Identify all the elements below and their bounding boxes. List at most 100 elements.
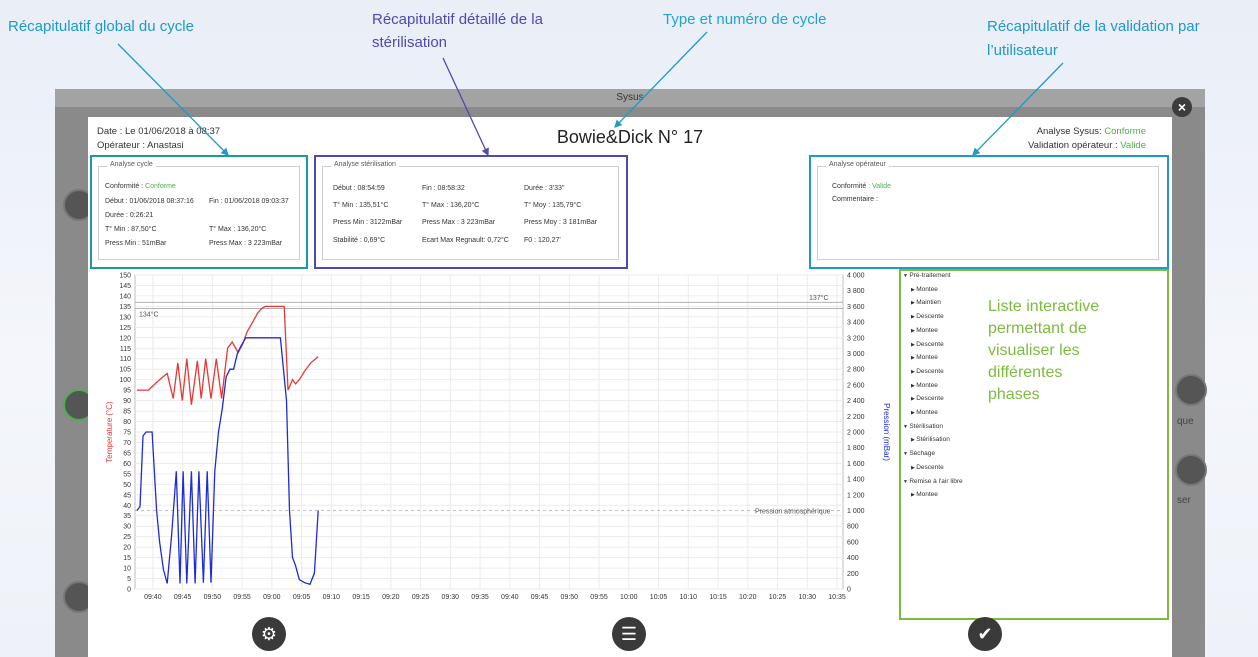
tree-leaf[interactable]: ▶ Montee bbox=[911, 382, 938, 389]
y-tick-left: 90 bbox=[123, 398, 131, 405]
y-tick-right: 3 000 bbox=[847, 351, 865, 358]
x-tick: 09:50 bbox=[204, 594, 222, 601]
y-tick-right: 3 600 bbox=[847, 304, 865, 311]
x-tick: 09:40 bbox=[501, 594, 519, 601]
x-tick: 09:10 bbox=[323, 594, 341, 601]
annotation-phase-list-line: visualiser les bbox=[988, 342, 1080, 359]
y-tick-right: 0 bbox=[847, 587, 851, 594]
tree-group[interactable]: ▼ Remise à l'air libre bbox=[903, 478, 963, 485]
tree-leaf[interactable]: ▶ Montee bbox=[911, 286, 938, 293]
y-tick-right: 3 200 bbox=[847, 335, 865, 342]
tree-leaf[interactable]: ▶ Montee bbox=[911, 409, 938, 416]
tree-leaf[interactable]: ▶ Descente bbox=[911, 464, 944, 471]
x-tick: 09:40 bbox=[144, 594, 162, 601]
tree-label: Séchage bbox=[909, 450, 936, 458]
y-tick-right: 4 000 bbox=[847, 273, 865, 280]
cycle-tmax: T° Max : 136,20°C bbox=[209, 226, 267, 233]
cycle-debut: Début : 01/06/2018 08:37:16 bbox=[105, 198, 194, 205]
tree-leaf[interactable]: ▶ Montee bbox=[911, 491, 938, 498]
x-tick: 09:20 bbox=[382, 594, 400, 601]
x-tick: 10:30 bbox=[799, 594, 817, 601]
cycle-tmin: T° Min : 87,50°C bbox=[105, 226, 157, 233]
steril-pmax: Press Max : 3 223mBar bbox=[422, 219, 496, 226]
steril-pmoy: Press Moy : 3 181mBar bbox=[524, 219, 598, 226]
tree-group[interactable]: ▼ Stérilisation bbox=[903, 423, 943, 430]
tree-leaf[interactable]: ▶ Montee bbox=[911, 327, 938, 334]
annotation-phase-list-line: Liste interactive bbox=[988, 298, 1100, 315]
x-tick: 10:05 bbox=[650, 594, 668, 601]
tree-leaf[interactable]: ▶ Descente bbox=[911, 395, 944, 402]
y-tick-left: 85 bbox=[123, 409, 131, 416]
analyse-sterilisation-panel: Analyse stérilisation Début : 08:54:59 F… bbox=[322, 161, 619, 260]
annotation-detail-summary-line1: Récapitulatif détaillé de la bbox=[372, 11, 543, 28]
y-tick-left: 40 bbox=[123, 503, 131, 510]
cycle-pmin: Press Min : 51mBar bbox=[105, 240, 167, 247]
annotation-detail-summary-line2: stérilisation bbox=[372, 34, 448, 51]
reference-label-134: 134°C bbox=[139, 310, 159, 318]
panel-title: Analyse cycle bbox=[107, 161, 156, 168]
y-tick-left: 145 bbox=[119, 283, 131, 290]
annotation-global-summary: Récapitulatif global du cycle bbox=[8, 18, 194, 35]
tree-leaf[interactable]: ▶ Descente bbox=[911, 341, 944, 348]
y-tick-left: 130 bbox=[119, 314, 131, 321]
x-tick: 10:10 bbox=[680, 594, 698, 601]
tree-label: Stérilisation bbox=[916, 436, 950, 444]
steril-f0: F0 : 120,27' bbox=[524, 237, 561, 244]
tree-group[interactable]: ▼ Séchage bbox=[903, 450, 935, 457]
x-tick: 09:25 bbox=[412, 594, 430, 601]
tree-leaf[interactable]: ▶ Descente bbox=[911, 368, 944, 375]
x-tick: 09:55 bbox=[590, 594, 608, 601]
x-tick: 09:55 bbox=[233, 594, 251, 601]
y-tick-left: 60 bbox=[123, 461, 131, 468]
y-tick-right: 3 400 bbox=[847, 320, 865, 327]
y-tick-right: 400 bbox=[847, 555, 859, 562]
validation-label: Validation opérateur : bbox=[1028, 140, 1118, 151]
side-label: ser bbox=[1177, 495, 1191, 506]
tree-leaf[interactable]: ▶ Montee bbox=[911, 354, 938, 361]
tree-leaf[interactable]: ▶ Maintien bbox=[911, 299, 941, 306]
tree-label: Descente bbox=[916, 463, 944, 471]
cycle-title: Bowie&Dick N° 17 bbox=[556, 127, 704, 147]
operator-conformite-value: : Valide bbox=[868, 183, 892, 190]
side-label: que bbox=[1177, 416, 1194, 427]
y-tick-left: 35 bbox=[123, 513, 131, 520]
cycle-conformite-value: Conforme bbox=[145, 183, 176, 190]
steril-fin: Fin : 08:58:32 bbox=[422, 185, 465, 192]
tree-group[interactable]: ▼ Pré-traitement bbox=[903, 272, 951, 279]
tree-label: Montee bbox=[916, 491, 938, 499]
x-tick: 09:05 bbox=[293, 594, 311, 601]
cycle-conformite-label: Conformité : bbox=[105, 183, 144, 190]
tree-label: Descente bbox=[916, 367, 944, 375]
y-tick-right: 600 bbox=[847, 539, 859, 546]
chart-svg: 1501451401351301251201151101051009590858… bbox=[105, 273, 891, 602]
steril-tmax: T° Max : 136,20°C bbox=[422, 202, 480, 209]
tree-label: Pré-traitement bbox=[909, 272, 951, 279]
y-tick-right: 2 200 bbox=[847, 414, 865, 421]
reference-label-137: 137°C bbox=[809, 294, 829, 302]
y-tick-left: 5 bbox=[127, 576, 131, 583]
y-tick-right: 1 200 bbox=[847, 492, 865, 499]
tree-leaf[interactable]: ▶ Stérilisation bbox=[911, 436, 950, 443]
analyse-sysus: Analyse Sysus: Conforme bbox=[1037, 126, 1146, 137]
check-icon[interactable]: ✔ bbox=[968, 617, 1002, 651]
tree-leaf[interactable]: ▶ Descente bbox=[911, 313, 944, 320]
side-button-icon bbox=[1175, 374, 1207, 406]
reference-label-atm: Pression atmosphérique bbox=[755, 509, 831, 516]
tree-label: Descente bbox=[916, 340, 944, 348]
list-icon[interactable]: ☰ bbox=[612, 617, 646, 651]
x-tick: 10:15 bbox=[709, 594, 727, 601]
window-title: Sysus bbox=[55, 89, 1205, 107]
y-tick-right: 200 bbox=[847, 571, 859, 578]
analyse-cycle-panel: Analyse cycle Conformité : Conforme Débu… bbox=[98, 161, 300, 260]
analyse-sysus-label: Analyse Sysus: bbox=[1036, 126, 1102, 137]
y-tick-left: 120 bbox=[119, 335, 131, 342]
close-icon[interactable]: × bbox=[1172, 97, 1192, 117]
analyse-operateur-panel: Analyse opérateur Conformité : Valide Co… bbox=[817, 161, 1159, 260]
y-tick-left: 110 bbox=[120, 356, 131, 363]
x-tick: 09:45 bbox=[531, 594, 549, 601]
cycle-conformite: Conformité : Conforme bbox=[105, 183, 176, 190]
panel-title: Analyse stérilisation bbox=[331, 161, 399, 168]
gear-icon[interactable]: ⚙ bbox=[252, 617, 286, 651]
y-tick-left: 95 bbox=[123, 388, 131, 395]
operator-conformite: Conformité : Valide bbox=[832, 183, 891, 190]
